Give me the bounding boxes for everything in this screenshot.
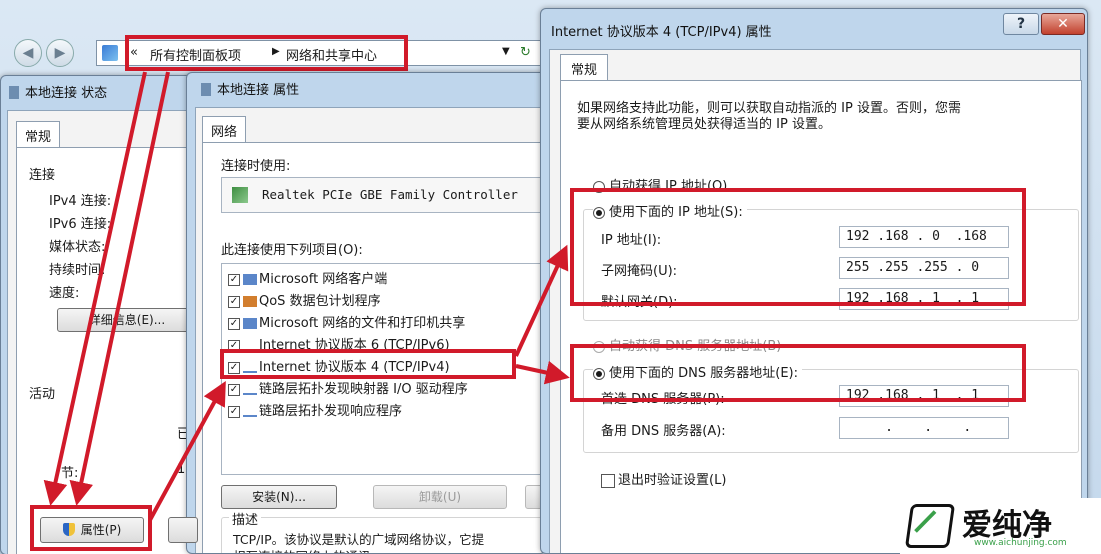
arrow-address-to-properties-2 xyxy=(69,71,170,506)
watermark: 爱纯净 www.aichunjing.com xyxy=(900,498,1101,554)
arrow-ipv4-item-to-static-ip xyxy=(514,244,569,357)
brand-logo-icon xyxy=(904,504,956,548)
brand-url: www.aichunjing.com xyxy=(974,538,1067,548)
arrow-ipv4-item-to-dns xyxy=(515,360,570,385)
annotation-arrows xyxy=(43,71,570,521)
arrow-properties-to-ipv4-item xyxy=(148,380,226,521)
arrow-address-to-properties xyxy=(43,71,147,506)
